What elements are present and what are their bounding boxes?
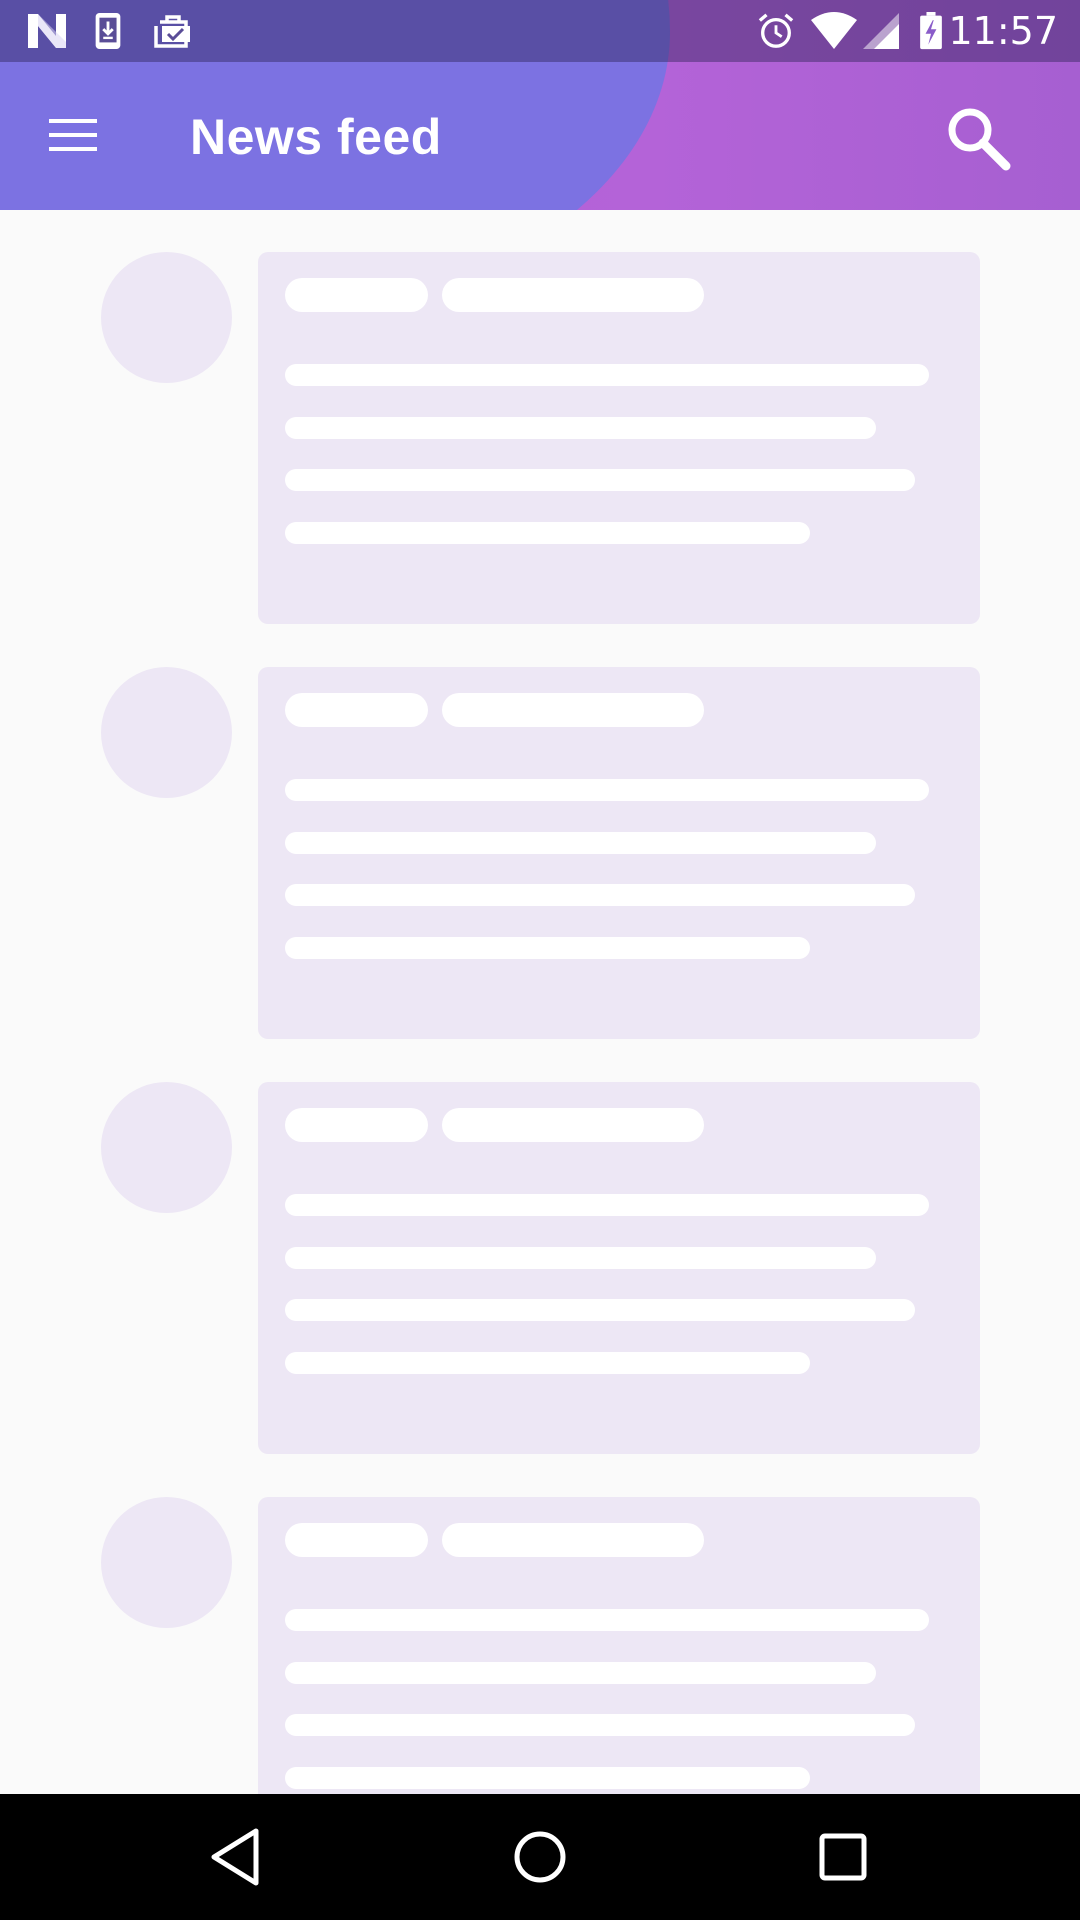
alarm-icon [758,13,794,48]
app-header: 11:57 News feed [0,0,1080,210]
home-icon[interactable] [500,1817,580,1897]
download-icon [95,12,121,50]
news-feed-list[interactable] [0,210,1080,1794]
status-time: 11:57 [948,9,1058,53]
text-line-placeholder [285,884,915,906]
post-meta-placeholder [442,1108,704,1142]
author-name-placeholder [285,278,428,312]
battery-charging-icon [920,12,942,50]
feed-item-placeholder [0,625,1080,1039]
author-name-placeholder [285,1108,428,1142]
hamburger-menu-icon[interactable] [40,102,106,168]
author-name-placeholder [285,693,428,727]
toolbar: News feed [0,62,1080,210]
text-line-placeholder [285,364,929,386]
page-title: News feed [190,109,442,165]
system-navigation-bar [0,1794,1080,1920]
text-line-placeholder [285,1714,915,1736]
feed-item-placeholder [0,1040,1080,1454]
search-icon[interactable] [940,100,1016,176]
text-line-placeholder [285,469,915,491]
status-bar: 11:57 [0,0,1080,62]
text-line-placeholder [285,779,929,801]
news-feed-screen: 11:57 News feed [0,0,1080,1920]
n-logo-icon [28,14,66,48]
back-icon[interactable] [196,1817,276,1897]
post-card-placeholder [258,667,980,1039]
post-card-placeholder [258,252,980,624]
text-line-placeholder [285,1609,929,1631]
avatar-placeholder [101,1082,232,1213]
post-meta-placeholder [442,278,704,312]
post-card-placeholder [258,1497,980,1794]
briefcase-check-icon [154,15,190,48]
avatar-placeholder [101,667,232,798]
post-card-placeholder [258,1082,980,1454]
post-meta-placeholder [442,693,704,727]
wifi-icon [811,12,857,49]
text-line-placeholder [285,1299,915,1321]
avatar-placeholder [101,1497,232,1628]
avatar-placeholder [101,252,232,383]
author-name-placeholder [285,1523,428,1557]
text-line-placeholder [285,522,810,544]
text-line-placeholder [285,1352,810,1374]
feed-item-placeholder [0,210,1080,624]
text-line-placeholder [285,832,876,854]
signal-icon [863,13,899,49]
post-meta-placeholder [442,1523,704,1557]
text-line-placeholder [285,937,810,959]
recents-icon[interactable] [803,1817,883,1897]
feed-item-placeholder [0,1455,1080,1794]
text-line-placeholder [285,1194,929,1216]
text-line-placeholder [285,1767,810,1789]
text-line-placeholder [285,1662,876,1684]
text-line-placeholder [285,417,876,439]
text-line-placeholder [285,1247,876,1269]
